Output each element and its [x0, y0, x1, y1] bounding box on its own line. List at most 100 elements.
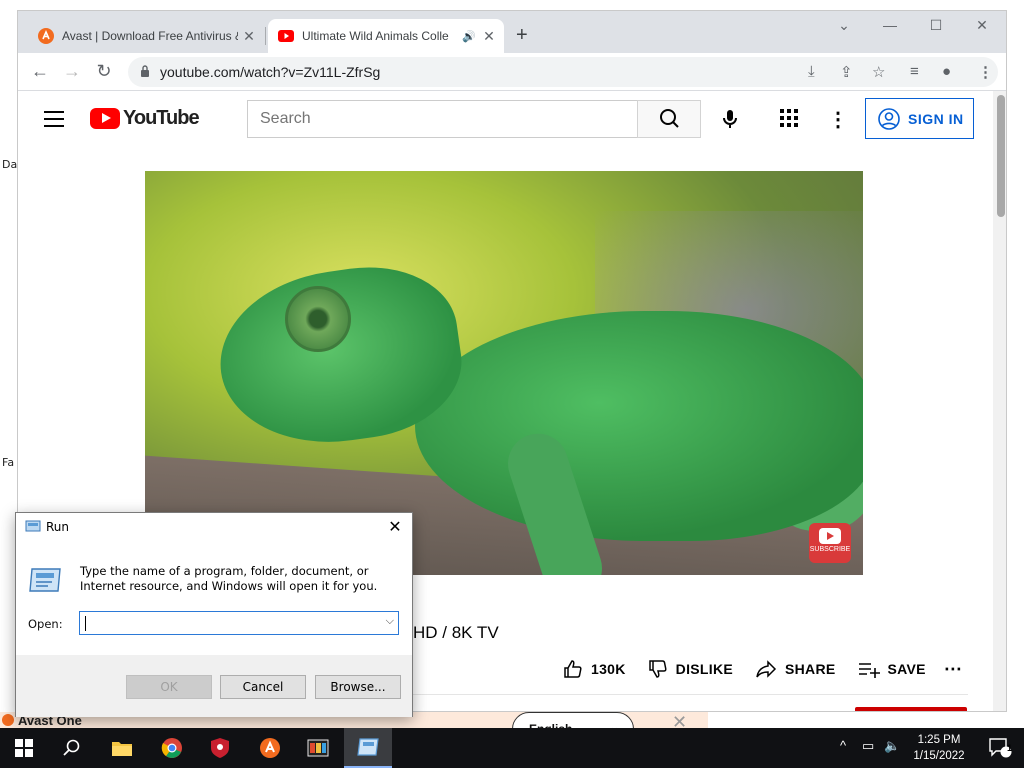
omnibox[interactable]: youtube.com/watch?v=Zv11L-ZfrSg ⤓ ⇪ ☆ ≡ … — [128, 57, 998, 87]
new-tab-button[interactable]: + — [516, 25, 528, 45]
taskbar: ^ ▭ 🔈 1:25 PM 1/15/2022 1 — [0, 728, 1024, 768]
run-icon — [357, 738, 379, 756]
share-page-icon[interactable]: ⇪ — [840, 63, 853, 81]
sign-in-label: SIGN IN — [908, 110, 964, 127]
network-icon[interactable]: ▭ — [862, 738, 874, 754]
run-titlebar: Run ✕ — [16, 513, 412, 541]
tab-title: Ultimate Wild Animals Colle — [302, 29, 449, 43]
subscribe-label: SUBSCRIBE — [809, 546, 851, 553]
youtube-favicon-icon — [278, 30, 294, 42]
taskbar-avast-secure-browser[interactable] — [196, 728, 244, 768]
subscribe-button-edge[interactable] — [855, 707, 967, 711]
speaker-icon[interactable]: 🔊 — [462, 30, 478, 43]
search-icon — [63, 739, 80, 756]
action-center-button[interactable]: 1 — [976, 728, 1024, 768]
taskbar-file-explorer[interactable] — [98, 728, 146, 768]
tab-close-icon[interactable]: ✕ — [238, 28, 260, 45]
run-icon — [25, 520, 41, 532]
microphone-icon[interactable] — [718, 107, 742, 131]
scrollbar-thumb[interactable] — [997, 95, 1005, 217]
youtube-play-icon — [90, 108, 120, 129]
ok-button[interactable]: OK — [126, 675, 212, 699]
bookmark-star-icon[interactable]: ☆ — [872, 63, 885, 81]
thumbs-down-icon — [648, 660, 667, 678]
share-label: SHARE — [785, 661, 836, 677]
profile-icon[interactable]: ● — [942, 63, 951, 80]
share-button[interactable]: SHARE — [755, 659, 836, 679]
save-button[interactable]: SAVE — [858, 659, 926, 679]
clock[interactable]: 1:25 PM 1/15/2022 — [904, 732, 974, 764]
more-actions-icon[interactable]: ⋯ — [944, 659, 962, 680]
reload-button[interactable]: ↻ — [92, 61, 116, 82]
tab-title: Avast | Download Free Antivirus & — [62, 29, 238, 43]
media-control-icon[interactable]: ≡ — [910, 63, 919, 80]
taskbar-chrome[interactable] — [148, 728, 196, 768]
divider — [413, 694, 968, 695]
taskbar-avast[interactable] — [246, 728, 294, 768]
windows-logo-icon — [15, 739, 33, 757]
video-chameleon-eye — [285, 286, 351, 352]
text-caret — [85, 616, 86, 631]
avast-icon — [260, 738, 280, 758]
apps-grid-icon[interactable] — [780, 109, 798, 127]
folder-icon — [112, 742, 132, 756]
url-text[interactable]: youtube.com/watch?v=Zv11L-ZfrSg — [160, 64, 380, 80]
tab-close-icon[interactable]: ✕ — [478, 28, 500, 45]
tab-separator — [265, 27, 266, 45]
youtube-header: YouTube ⋮ SIGN IN — [18, 91, 993, 147]
search-button[interactable] — [637, 100, 701, 138]
tab-youtube[interactable]: Ultimate Wild Animals Colle 🔊 ✕ — [268, 19, 504, 53]
browser-menu-icon[interactable]: ⋮ — [978, 63, 993, 81]
dislike-label: DISLIKE — [675, 661, 733, 677]
open-label: Open: — [28, 617, 63, 631]
run-button-row: OK Cancel Browse... — [16, 655, 412, 717]
minimize-button[interactable]: — — [867, 17, 913, 33]
run-dialog: Run ✕ Type the name of a program, folder… — [15, 512, 413, 717]
avast-favicon-icon — [38, 28, 54, 44]
show-hidden-icons-chevron-icon[interactable]: ^ — [840, 738, 846, 753]
address-bar-row: ← → ↻ youtube.com/watch?v=Zv11L-ZfrSg ⤓ … — [18, 53, 1006, 91]
taskbar-media-app[interactable] — [294, 728, 342, 768]
start-button[interactable] — [0, 728, 48, 768]
tab-avast[interactable]: Avast | Download Free Antivirus & ✕ — [28, 19, 264, 53]
run-program-icon — [29, 568, 61, 592]
video-chameleon-body — [415, 311, 863, 541]
shield-icon — [211, 738, 229, 758]
youtube-logo[interactable]: YouTube — [90, 107, 200, 130]
like-count: 130K — [591, 661, 626, 677]
back-button[interactable]: ← — [28, 61, 52, 82]
share-arrow-icon — [756, 660, 777, 678]
page-scrollbar[interactable] — [993, 91, 1006, 711]
taskbar-run[interactable] — [344, 728, 392, 768]
tab-search-icon[interactable]: ⌄ — [821, 17, 867, 34]
media-app-icon — [307, 739, 329, 757]
notification-count: 1 — [1007, 743, 1013, 753]
sign-in-button[interactable]: SIGN IN — [865, 98, 974, 139]
search-input[interactable] — [247, 100, 638, 138]
desktop-icon-label[interactable]: Da — [2, 158, 17, 171]
lock-icon — [141, 65, 149, 77]
volume-muted-icon[interactable]: 🔈 — [884, 738, 900, 754]
account-icon — [878, 107, 900, 130]
thumbs-up-icon — [564, 660, 582, 678]
playlist-add-icon — [858, 663, 880, 678]
chevron-down-icon[interactable]: ⌵ — [386, 615, 394, 628]
cancel-button[interactable]: Cancel — [220, 675, 306, 699]
forward-button[interactable]: → — [60, 61, 84, 82]
menu-icon[interactable] — [44, 111, 64, 127]
dislike-button[interactable]: DISLIKE — [648, 659, 733, 679]
run-body: Type the name of a program, folder, docu… — [16, 541, 412, 655]
browse-button[interactable]: Browse... — [315, 675, 401, 699]
install-app-icon[interactable]: ⤓ — [808, 63, 815, 80]
close-icon[interactable]: ✕ — [384, 517, 406, 537]
avast-logo-icon — [2, 714, 14, 726]
taskbar-search-button[interactable] — [48, 728, 96, 768]
desktop-icon-label[interactable]: Fa — [2, 456, 14, 469]
open-combobox[interactable]: ⌵ — [79, 611, 399, 635]
close-window-button[interactable]: ✕ — [959, 17, 1005, 34]
subscribe-watermark[interactable]: SUBSCRIBE — [809, 523, 851, 563]
maximize-button[interactable]: ☐ — [913, 17, 959, 34]
settings-more-icon[interactable]: ⋮ — [828, 107, 848, 132]
tab-strip: Avast | Download Free Antivirus & ✕ Ulti… — [18, 11, 1006, 53]
like-button[interactable]: 130K — [563, 659, 626, 679]
